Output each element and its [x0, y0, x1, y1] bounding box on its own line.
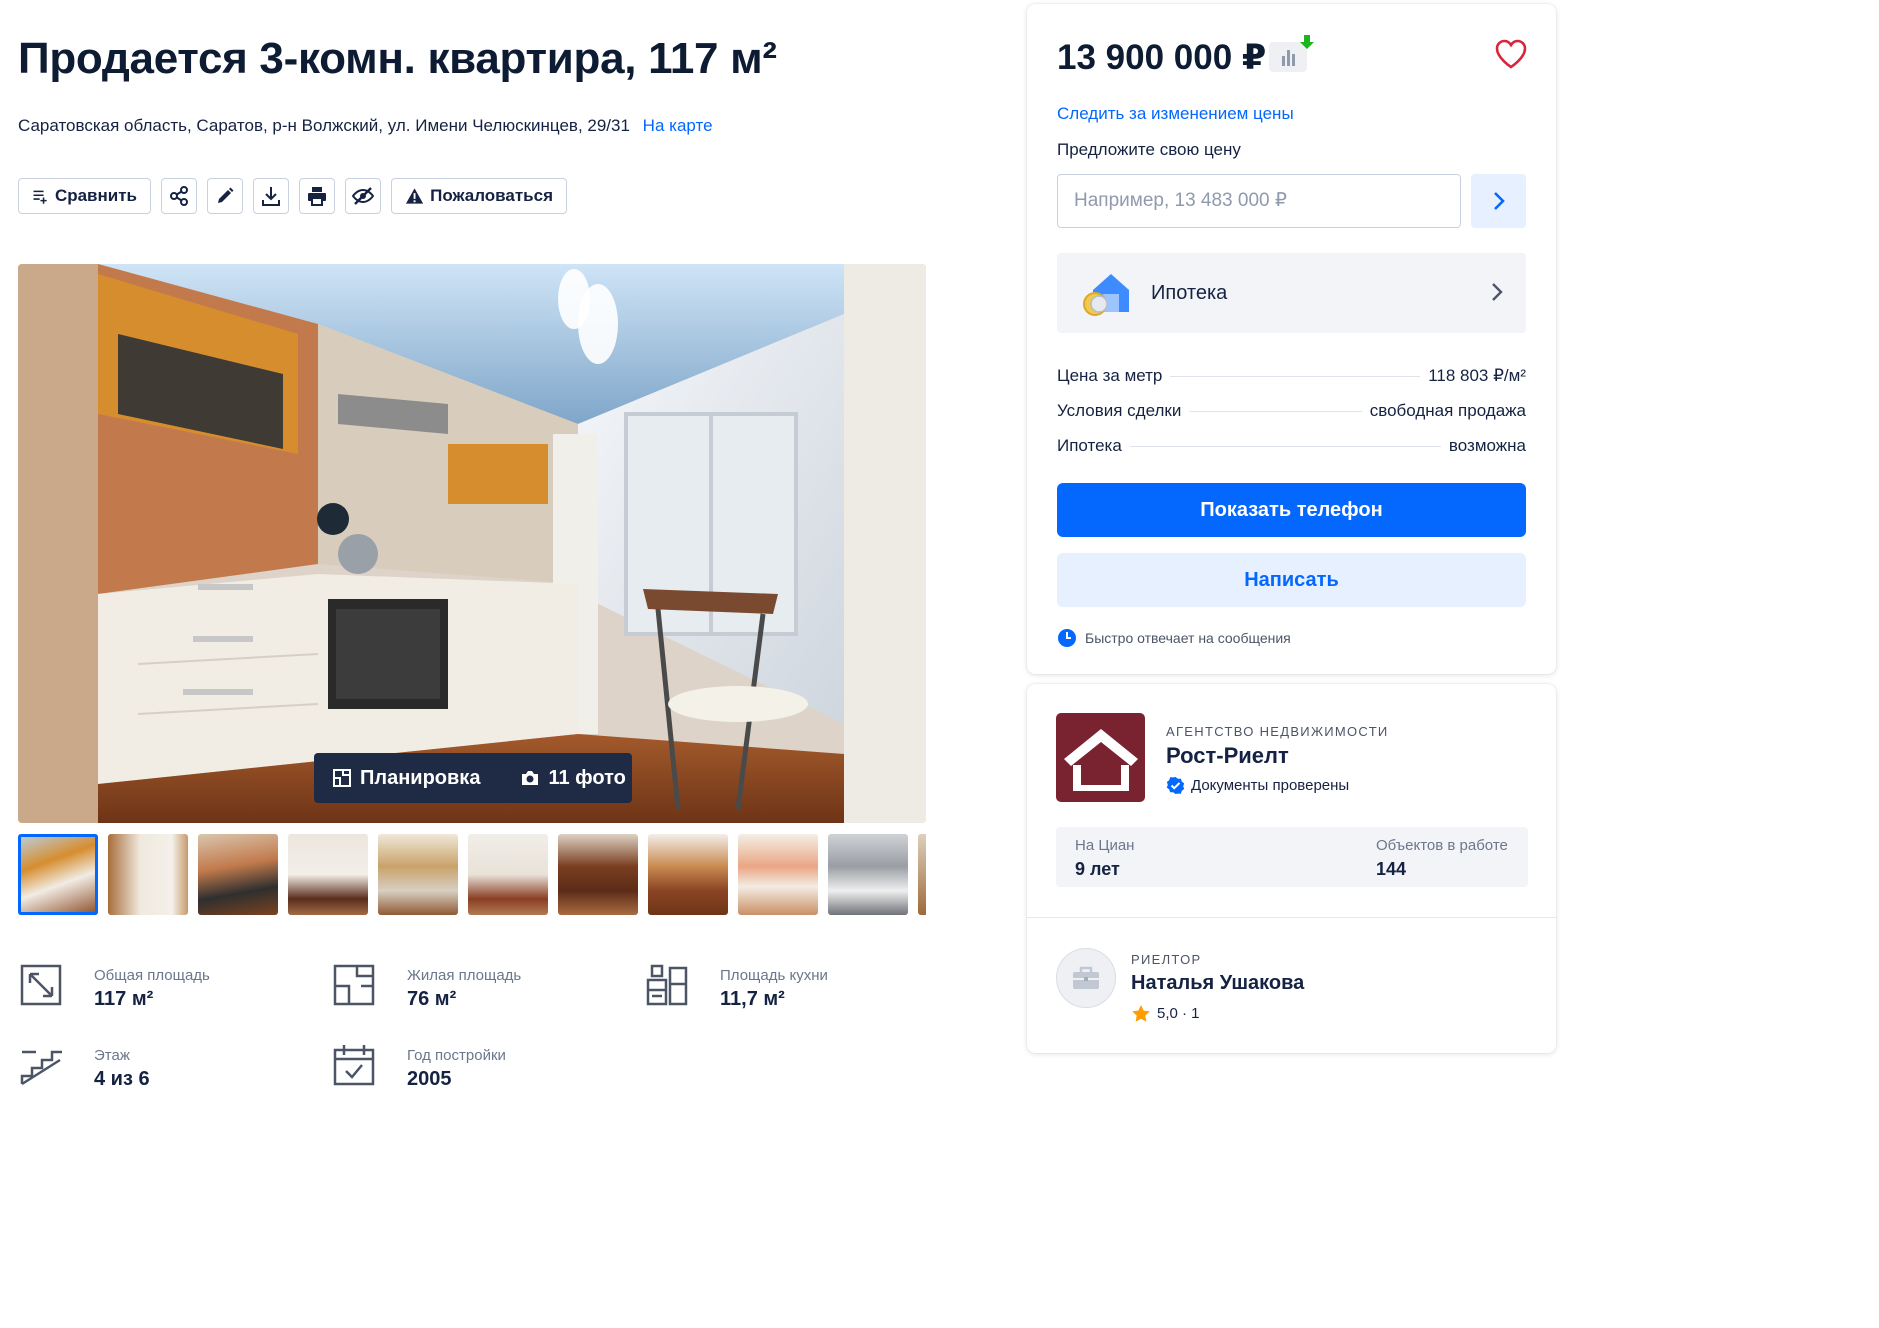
layout-label: Планировка: [360, 766, 481, 789]
living-area-icon: [333, 964, 375, 1006]
fact-total-area: Общая площадь 117 м²: [18, 962, 210, 1011]
briefcase-icon: [1073, 966, 1099, 989]
thumbnail[interactable]: [828, 834, 908, 915]
verified-badge: Документы проверены: [1166, 776, 1349, 795]
mortgage-label: Ипотека: [1151, 281, 1228, 304]
page-title: Продается 3-комн. квартира, 117 м²: [18, 34, 777, 83]
price-history-button[interactable]: [1269, 35, 1314, 72]
kitchen-icon: [646, 964, 688, 1006]
detail-row: Ипотека возможна: [1057, 436, 1526, 455]
main-photo[interactable]: [18, 264, 926, 823]
detail-row: Цена за метр 118 803 ₽/м²: [1057, 366, 1526, 385]
complain-button[interactable]: Пожаловаться: [391, 178, 567, 214]
pencil-icon: [218, 187, 234, 203]
thumbnail[interactable]: [648, 834, 728, 915]
thumbnail-strip: [18, 834, 926, 915]
price-card: 13 900 000 ₽ Следить за изменением цены …: [1027, 4, 1556, 674]
fast-reply-note: Быстро отвечает на сообщения: [1057, 628, 1291, 648]
realtor-type: РИЕЛТОР: [1131, 952, 1202, 967]
agency-type: АГЕНТСТВО НЕДВИЖИМОСТИ: [1166, 724, 1389, 739]
photo-overlay: Планировка 11 фото: [314, 753, 632, 803]
chevron-right-icon: [1493, 192, 1505, 210]
price: 13 900 000 ₽: [1057, 38, 1267, 77]
detail-row: Условия сделки свободная продажа: [1057, 401, 1526, 420]
realtor-rating: 5,0 · 1: [1131, 1004, 1200, 1023]
realtor-name[interactable]: Наталья Ушакова: [1131, 972, 1304, 995]
share-icon: [170, 186, 188, 206]
thumbnail[interactable]: [198, 834, 278, 915]
thumbnail[interactable]: [468, 834, 548, 915]
thumbnail[interactable]: [18, 834, 98, 915]
print-button[interactable]: [299, 178, 335, 214]
share-button[interactable]: [161, 178, 197, 214]
floor-plan-icon: [333, 769, 351, 787]
agency-card: АГЕНТСТВО НЕДВИЖИМОСТИ Рост-Риелт Докуме…: [1027, 684, 1556, 1053]
warning-icon: [405, 188, 424, 204]
fact-living-area: Жилая площадь 76 м²: [331, 962, 521, 1011]
thumbnail[interactable]: [288, 834, 368, 915]
printer-icon: [308, 187, 326, 206]
offer-price-input[interactable]: [1057, 174, 1461, 228]
calendar-icon: [333, 1045, 375, 1086]
photos-button[interactable]: 11 фото: [480, 766, 626, 790]
agency-stats: На Циан 9 лет Объектов в работе 144: [1056, 827, 1528, 887]
edit-button[interactable]: [207, 178, 243, 214]
write-message-button[interactable]: Написать: [1057, 553, 1526, 607]
layout-button[interactable]: Планировка: [314, 767, 480, 790]
offer-label: Предложите свою цену: [1057, 140, 1241, 159]
clock-icon: [1058, 629, 1076, 647]
thumbnail[interactable]: [108, 834, 188, 915]
map-link[interactable]: На карте: [643, 116, 713, 135]
favorite-button[interactable]: [1494, 38, 1528, 75]
complain-label: Пожаловаться: [430, 186, 553, 205]
compare-button[interactable]: Сравнить: [18, 178, 151, 214]
verified-check-icon: [1166, 777, 1185, 794]
show-phone-button[interactable]: Показать телефон: [1057, 483, 1526, 537]
list-plus-icon: [33, 190, 47, 204]
watch-price-link[interactable]: Следить за изменением цены: [1057, 104, 1294, 124]
leader-dots: [1189, 411, 1362, 412]
fact-kitchen-area: Площадь кухни 11,7 м²: [644, 962, 828, 1011]
compare-label: Сравнить: [54, 186, 137, 205]
agency-logo[interactable]: [1056, 713, 1145, 802]
chevron-right-icon: [1492, 283, 1503, 301]
thumbnail[interactable]: [738, 834, 818, 915]
kitchen-photo-image: [18, 264, 926, 823]
area-arrow-icon: [20, 964, 62, 1006]
offer-submit-button[interactable]: [1471, 174, 1526, 228]
realtor-avatar[interactable]: [1056, 948, 1116, 1008]
fact-floor: Этаж 4 из 6: [18, 1042, 150, 1091]
toolbar: Сравнить Пожаловаться: [18, 178, 567, 214]
download-icon: [262, 187, 280, 206]
hide-button[interactable]: [345, 178, 381, 214]
leader-dots: [1170, 376, 1421, 377]
hide-eye-icon: [351, 187, 375, 205]
house-coin-icon: [1083, 274, 1129, 316]
address: Саратовская область, Саратов, р-н Волжск…: [18, 116, 713, 136]
thumbnail[interactable]: [558, 834, 638, 915]
camera-icon: [522, 771, 539, 785]
address-text: Саратовская область, Саратов, р-н Волжск…: [18, 116, 630, 135]
house-logo-icon: [1063, 728, 1138, 791]
star-icon: [1132, 1005, 1150, 1022]
thumbnail[interactable]: [378, 834, 458, 915]
download-button[interactable]: [253, 178, 289, 214]
divider: [1027, 917, 1556, 918]
photos-label: 11 фото: [548, 766, 626, 789]
mortgage-banner[interactable]: Ипотека: [1057, 253, 1526, 333]
leader-dots: [1129, 446, 1441, 447]
agency-name[interactable]: Рост-Риелт: [1166, 743, 1289, 769]
price-down-arrow-icon: [1300, 35, 1314, 49]
stairs-icon: [20, 1050, 62, 1086]
thumbnail[interactable]: [918, 834, 926, 915]
heart-icon: [1495, 39, 1527, 69]
fact-year-built: Год постройки 2005: [331, 1042, 506, 1091]
